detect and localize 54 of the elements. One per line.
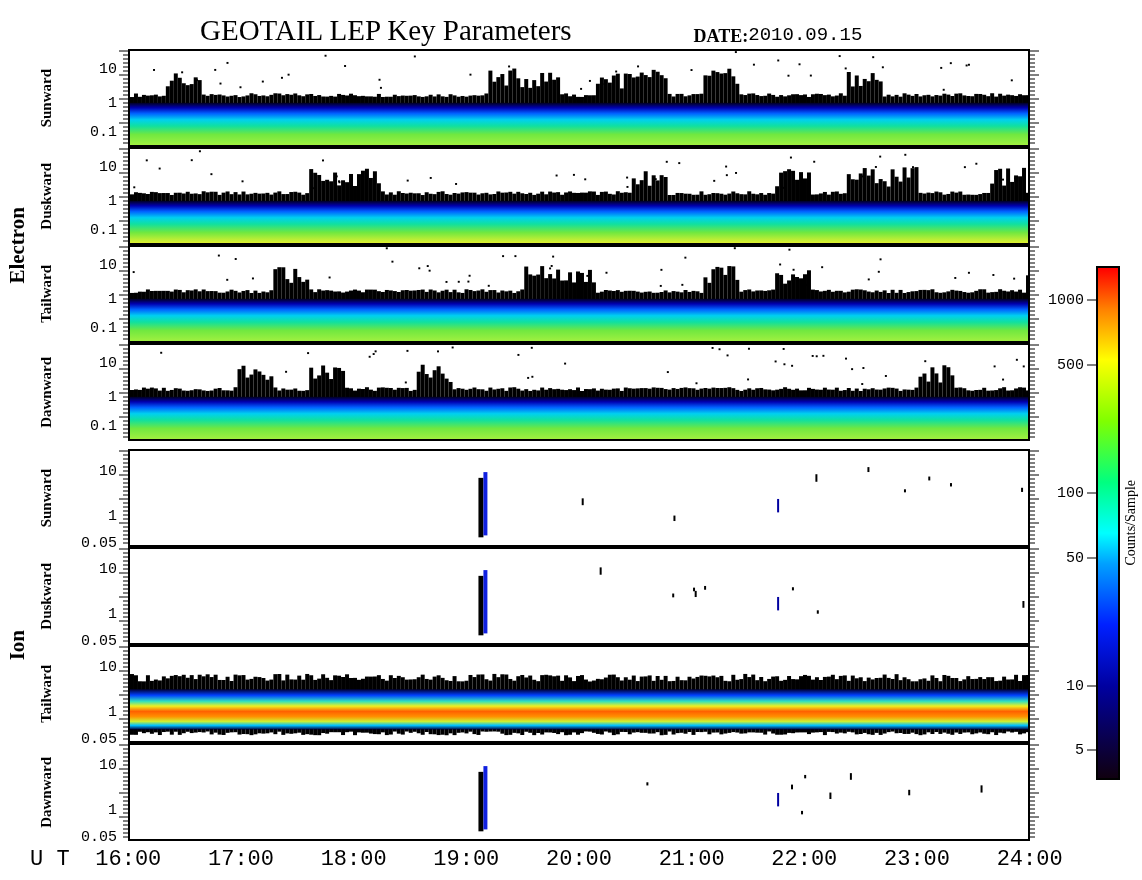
panel-label: Sunward: [39, 468, 54, 528]
group-label: Ion: [7, 629, 28, 661]
axis-tick-label: 0.1: [90, 124, 117, 140]
group-label: Electron: [7, 206, 28, 284]
chart-title: GEOTAIL LEP Key Parameters: [200, 16, 572, 45]
panel-label: Dawnward: [39, 756, 54, 828]
axis-tick-label: 10: [99, 561, 117, 577]
colorbar-tick-label: 5: [1075, 742, 1084, 758]
axis-tick-label: 10: [99, 355, 117, 371]
panel-label: Sunward: [39, 68, 54, 128]
axis-tick-label: 1: [108, 291, 117, 307]
axis-tick-label: 10: [99, 61, 117, 77]
panel-label: Duskward: [39, 562, 54, 630]
panel-label: Tailward: [39, 265, 54, 323]
colorbar-tick-label: 100: [1057, 485, 1084, 501]
axis-tick-label: 0.05: [81, 535, 117, 551]
axis-tick-label: 1: [108, 508, 117, 524]
axis-tick-label: 0.05: [81, 829, 117, 845]
axis-tick-label: 10: [99, 159, 117, 175]
x-tick-label: 16:00: [95, 849, 162, 871]
x-tick-label: 18:00: [320, 849, 387, 871]
colorbar-tick-label: 10: [1066, 678, 1084, 694]
axis-tick-label: 10: [99, 757, 117, 773]
axis-tick-label: 0.05: [81, 633, 117, 649]
colorbar-label: Counts/Sample: [1124, 480, 1138, 566]
x-tick-label: 20:00: [546, 849, 612, 871]
date-label: DATE:: [693, 27, 749, 45]
axis-tick-label: 1: [108, 802, 117, 818]
axis-tick-label: 10: [99, 659, 117, 675]
colorbar-tick-label: 500: [1057, 357, 1084, 373]
axis-tick-label: 1: [108, 606, 117, 622]
axis-tick-label: 10: [99, 463, 117, 479]
axis-tick-label: 0.05: [81, 731, 117, 747]
axis-tick-label: 10: [99, 257, 117, 273]
x-tick-label: 19:00: [433, 849, 500, 871]
axis-tick-label: 1: [108, 704, 117, 720]
panel-label: Dawnward: [39, 356, 54, 428]
axis-tick-label: 1: [108, 95, 117, 111]
x-tick-label: 22:00: [771, 849, 838, 871]
panel-label: Tailward: [39, 665, 54, 723]
axis-tick-label: 1: [108, 193, 117, 209]
axis-tick-label: 0.1: [90, 418, 117, 434]
colorbar-tick-label: 50: [1066, 550, 1084, 566]
colorbar-tick-label: 1000: [1048, 292, 1084, 308]
axis-tick-label: 1: [108, 389, 117, 405]
x-tick-label: 24:00: [996, 849, 1063, 871]
date-value: 2010.09.15: [748, 26, 863, 45]
panel-label: Duskward: [39, 162, 54, 230]
x-axis-label: U T: [29, 849, 71, 871]
axis-tick-label: 0.1: [90, 222, 117, 238]
x-tick-label: 23:00: [884, 849, 950, 871]
x-tick-label: 17:00: [208, 849, 274, 871]
x-tick-label: 21:00: [658, 849, 725, 871]
axis-tick-label: 0.1: [90, 320, 117, 336]
